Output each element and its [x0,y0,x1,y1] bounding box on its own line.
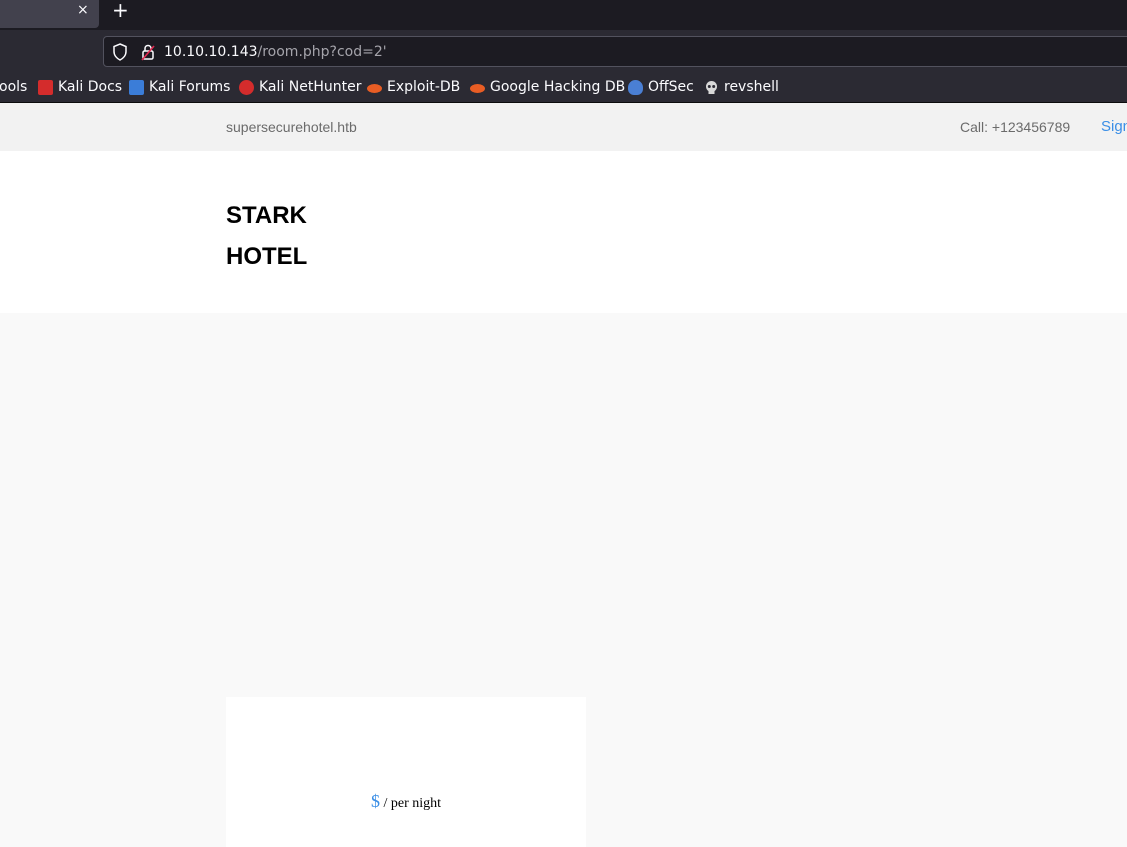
site-top-bar: supersecurehotel.htb Call: +123456789 Si… [0,103,1127,151]
bookmark-offsec[interactable]: OffSec [628,78,694,96]
navigation-bar: 10.10.10.143/room.php?cod=2' [0,30,1127,72]
per-night-label: / per night [379,796,442,811]
bookmark-revshell[interactable]: revshell [704,78,779,96]
site-logo[interactable]: STARK HOTEL [226,195,346,277]
bookmarks-toolbar: ools Kali Docs Kali Forums Kali NetHunte… [0,72,1127,103]
bookmark-google-hacking-db[interactable]: Google Hacking DB [470,78,625,96]
logo-line-1: STARK [226,202,307,229]
url-path: /room.php?cod=2' [257,44,387,60]
call-number: Call: +123456789 [960,119,1071,135]
active-tab[interactable]: × [0,0,99,28]
bookmark-label: revshell [724,79,779,95]
site-header: STARK HOTEL [0,151,1127,313]
web-page: supersecurehotel.htb Call: +123456789 Si… [0,103,1127,847]
url-text[interactable]: 10.10.10.143/room.php?cod=2' [164,43,387,61]
kali-nethunter-icon [239,79,254,95]
bookmark-label: Exploit-DB [387,79,461,95]
bookmark-label: Kali Docs [58,79,123,95]
bookmark-kali-docs[interactable]: Kali Docs [38,78,122,96]
bookmark-kali-nethunter[interactable]: Kali NetHunter [239,78,361,96]
new-tab-button[interactable]: + [112,0,129,22]
bookmark-kali-forums[interactable]: Kali Forums [129,78,230,96]
shield-icon[interactable] [112,43,128,61]
sign-in-link[interactable]: Sign [1101,118,1127,135]
kali-forums-icon [129,79,144,95]
skull-icon [706,80,717,94]
bookmark-label: Google Hacking DB [490,79,626,95]
bookmark-label: ools [0,79,28,95]
offsec-icon [628,79,643,95]
logo-line-2: HOTEL [226,243,308,270]
tab-bar: × + [0,0,1127,30]
close-tab-icon[interactable]: × [77,1,89,19]
site-domain: supersecurehotel.htb [226,119,357,135]
ghdb-icon [470,84,485,93]
kali-docs-icon [38,79,53,95]
bookmark-exploit-db[interactable]: Exploit-DB [367,78,460,96]
currency-symbol: $ [370,791,380,811]
bookmark-label: Kali NetHunter [259,79,362,95]
url-host: 10.10.10.143 [164,44,258,60]
room-price: $ / per night [226,791,586,812]
url-bar[interactable]: 10.10.10.143/room.php?cod=2' [103,36,1127,67]
exploit-db-icon [367,84,382,93]
bookmark-label: OffSec [648,79,694,95]
bookmark-tools[interactable]: ools [0,78,27,96]
insecure-lock-icon[interactable] [140,43,156,61]
bookmark-label: Kali Forums [149,79,231,95]
room-card: $ / per night [226,697,586,847]
